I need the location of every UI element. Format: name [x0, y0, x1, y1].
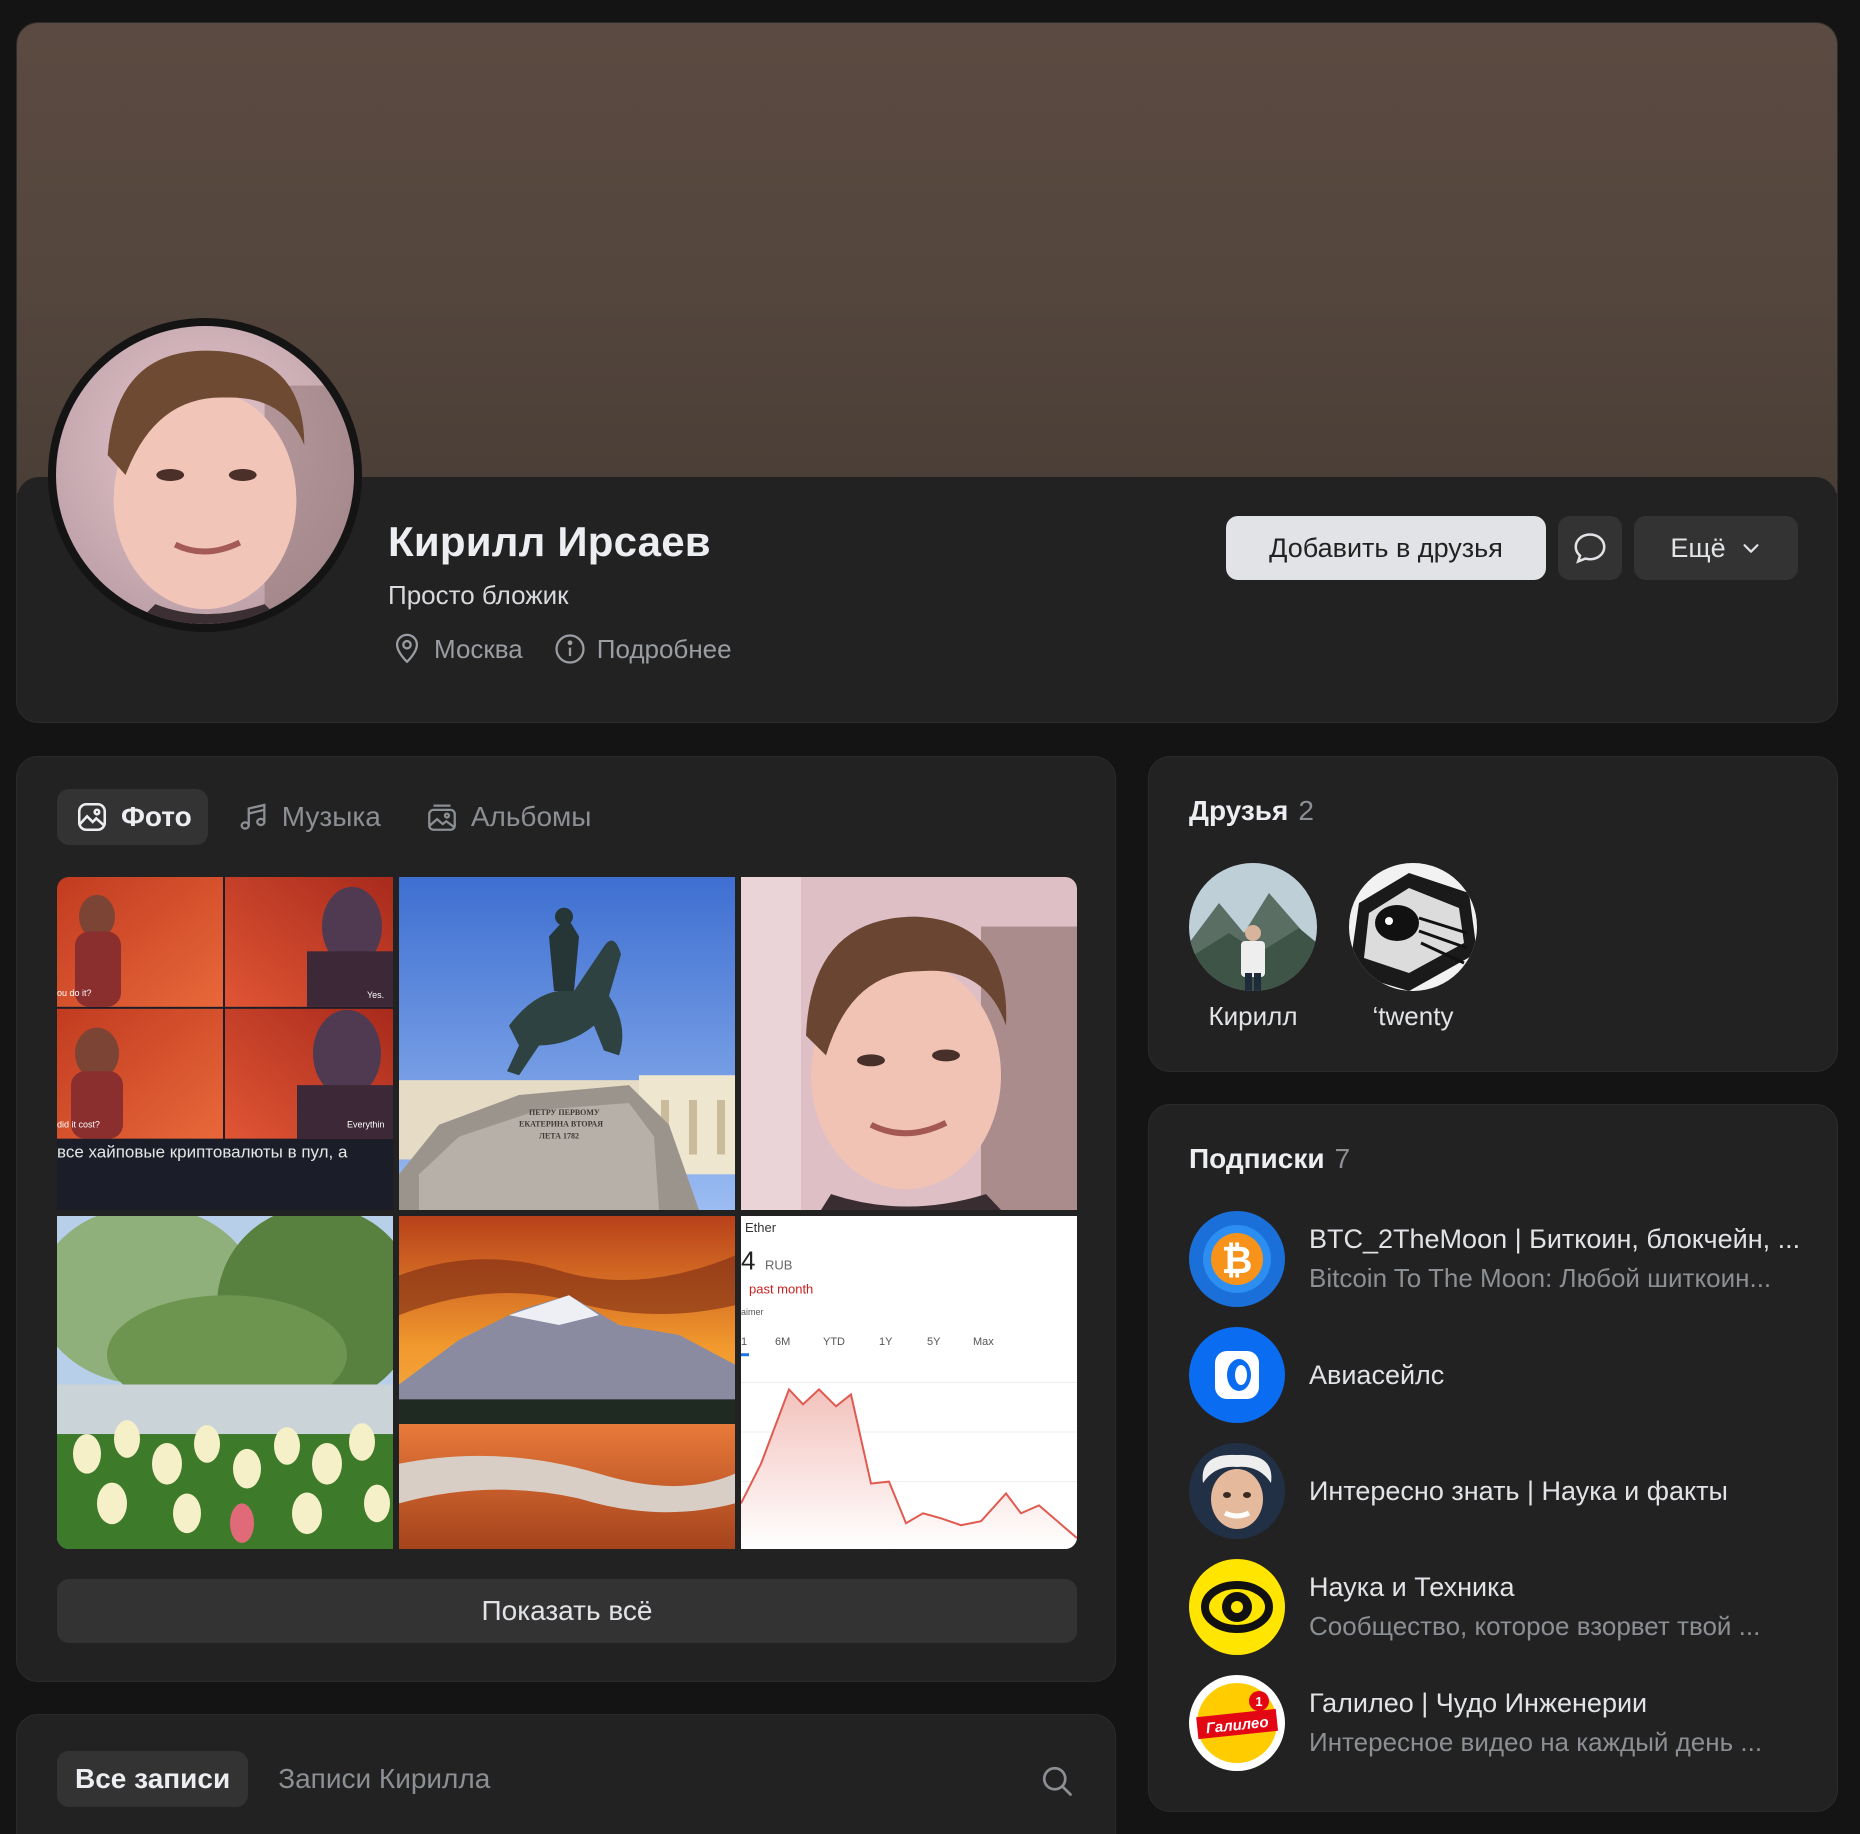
photo-mountain-sunset[interactable]	[399, 1216, 735, 1549]
photo-tulips[interactable]	[57, 1216, 393, 1549]
range-6m: 6M	[775, 1336, 790, 1348]
ether-unit: RUB	[765, 1258, 792, 1273]
profile-name: Кирилл Ирсаев	[388, 518, 711, 565]
image-icon	[77, 802, 107, 832]
tab-music[interactable]: Музыка	[218, 789, 397, 845]
subscription-title: Наука и Техника	[1309, 1572, 1515, 1602]
profile-avatar[interactable]	[48, 318, 362, 632]
media-tabs: Фото Музыка Альбомы	[57, 789, 607, 845]
tab-owner-posts[interactable]: Записи Кирилла	[260, 1751, 508, 1807]
tab-photos[interactable]: Фото	[57, 789, 208, 845]
posts-tabs: Все записи Записи Кирилла	[57, 1751, 508, 1807]
tab-all-posts[interactable]: Все записи	[57, 1751, 249, 1807]
message-button[interactable]	[1558, 516, 1622, 580]
albums-icon	[427, 804, 456, 831]
photo-ether-chart[interactable]: Ether 4 RUB past month aimer 1 6M YTD 1Y…	[741, 1216, 1077, 1549]
friends-title[interactable]: Друзья 2	[1189, 795, 1314, 827]
statue-inscription-1: ПЕТРУ ПЕРВОМУ	[529, 1108, 600, 1117]
range-5y: 5Y	[927, 1336, 941, 1348]
chat-bubble-icon	[1574, 533, 1606, 564]
meme-text-3: did it cost?	[57, 1120, 100, 1130]
subscription-item[interactable]: ₿ BTC_2TheMoon | Биткоин, блокчейн, ... …	[1189, 1211, 1809, 1307]
statue-inscription-3: ЛЕТА 1782	[539, 1132, 579, 1141]
subscriptions-card: Подписки 7 ₿ BTC_2TheMoon | Биткоин, блок…	[1148, 1104, 1838, 1812]
profile-city[interactable]: Москва	[390, 632, 523, 666]
subscriptions-title[interactable]: Подписки 7	[1189, 1143, 1350, 1175]
friend-name: ‘twenty	[1372, 1001, 1454, 1031]
statue-inscription-2: ЕКАТЕРИНА ВТОРАЯ	[519, 1120, 603, 1129]
friend-item[interactable]: Кирилл	[1189, 863, 1317, 1032]
btc-community-avatar: ₿	[1189, 1211, 1285, 1307]
galileo-avatar: Галилео 1	[1189, 1675, 1285, 1771]
range-max: Max	[973, 1336, 994, 1348]
tab-photos-label: Фото	[121, 801, 192, 832]
ether-period: past month	[749, 1281, 813, 1296]
more-button-label: Ещё	[1670, 532, 1726, 563]
range-1y: 1Y	[879, 1336, 893, 1348]
btc-symbol: ₿	[1222, 1238, 1253, 1282]
meme-text-1: ou do it?	[57, 988, 91, 998]
subscription-item[interactable]: Авиасейлс	[1189, 1327, 1809, 1423]
photo-portrait[interactable]	[741, 877, 1077, 1210]
media-card: Фото Музыка Альбомы ou do it? Yes. did i…	[16, 756, 1116, 1682]
tab-albums-label: Альбомы	[470, 801, 592, 832]
friend-avatar	[1349, 863, 1477, 991]
posts-search-button[interactable]	[1039, 1763, 1075, 1804]
show-all-button[interactable]: Показать всё	[57, 1579, 1077, 1643]
subscription-title: BTC_2TheMoon | Биткоин, блокчейн, ...	[1309, 1224, 1801, 1254]
friend-name: Кирилл	[1208, 1001, 1298, 1031]
friends-title-label: Друзья	[1189, 795, 1289, 826]
subscriptions-count: 7	[1334, 1143, 1351, 1174]
search-icon	[1042, 1766, 1072, 1796]
science-tech-avatar	[1189, 1559, 1285, 1655]
more-button[interactable]: Ещё	[1634, 516, 1798, 580]
friends-count: 2	[1298, 795, 1314, 826]
location-pin-icon	[395, 633, 419, 664]
friends-list: Кирилл ‘twenty	[1189, 863, 1477, 1032]
profile-details-link[interactable]: Подробнее	[553, 632, 732, 666]
galileo-badge: 1	[1255, 1694, 1262, 1709]
ether-disclaimer: aimer	[741, 1307, 763, 1317]
subscription-subtitle: Bitcoin To The Moon: Любой шиткоин...	[1309, 1263, 1772, 1293]
subscription-title: Авиасейлс	[1309, 1359, 1445, 1390]
meme-text-4: Everythin	[347, 1120, 384, 1130]
aviasales-avatar	[1189, 1327, 1285, 1423]
photo-grid: ou do it? Yes. did it cost? Everythin вс…	[57, 877, 1077, 1549]
subscription-item[interactable]: Наука и Техника Сообщество, которое взор…	[1189, 1559, 1809, 1655]
profile-status: Просто бложик	[388, 580, 569, 610]
music-note-icon	[240, 803, 266, 830]
subscription-title: Галилео | Чудо Инженерии	[1309, 1688, 1648, 1718]
meme-caption: все хайповые криптовалюты в пул, а	[57, 1143, 348, 1162]
profile-meta: Москва Подробнее	[390, 632, 732, 666]
photo-meme-thanos[interactable]: ou do it? Yes. did it cost? Everythin вс…	[57, 877, 393, 1210]
subscription-subtitle: Интересное видео на каждый день ...	[1309, 1727, 1763, 1757]
tab-albums[interactable]: Альбомы	[407, 789, 608, 845]
profile-details-label: Подробнее	[596, 633, 732, 664]
science-facts-avatar	[1189, 1443, 1285, 1539]
subscription-title: Интересно знать | Наука и факты	[1309, 1475, 1728, 1506]
subscriptions-title-label: Подписки	[1189, 1143, 1325, 1174]
ether-title: Ether	[745, 1220, 777, 1235]
subscription-subtitle: Сообщество, которое взорвет твой ...	[1309, 1611, 1761, 1641]
info-icon	[555, 634, 585, 664]
profile-city-label: Москва	[434, 633, 523, 664]
meme-text-2: Yes.	[367, 990, 384, 1000]
friend-avatar	[1189, 863, 1317, 991]
subscription-item[interactable]: Галилео 1 Галилео | Чудо Инженерии Интер…	[1189, 1675, 1809, 1771]
chevron-down-icon	[1743, 544, 1759, 553]
add-friend-button[interactable]: Добавить в друзья	[1226, 516, 1546, 580]
range-1: 1	[741, 1336, 747, 1348]
subscription-item[interactable]: Интересно знать | Наука и факты	[1189, 1443, 1809, 1539]
friend-item[interactable]: ‘twenty	[1349, 863, 1477, 1032]
posts-card: Все записи Записи Кирилла	[16, 1714, 1116, 1834]
photo-bronze-horseman[interactable]: ПЕТРУ ПЕРВОМУ ЕКАТЕРИНА ВТОРАЯ ЛЕТА 1782	[399, 877, 735, 1210]
ether-value: 4	[741, 1248, 755, 1276]
tab-music-label: Музыка	[281, 801, 381, 832]
subscriptions-list: ₿ BTC_2TheMoon | Биткоин, блокчейн, ... …	[1189, 1211, 1809, 1791]
friends-card: Друзья 2 Кирилл ‘twenty	[1148, 756, 1838, 1072]
range-ytd: YTD	[823, 1336, 845, 1348]
